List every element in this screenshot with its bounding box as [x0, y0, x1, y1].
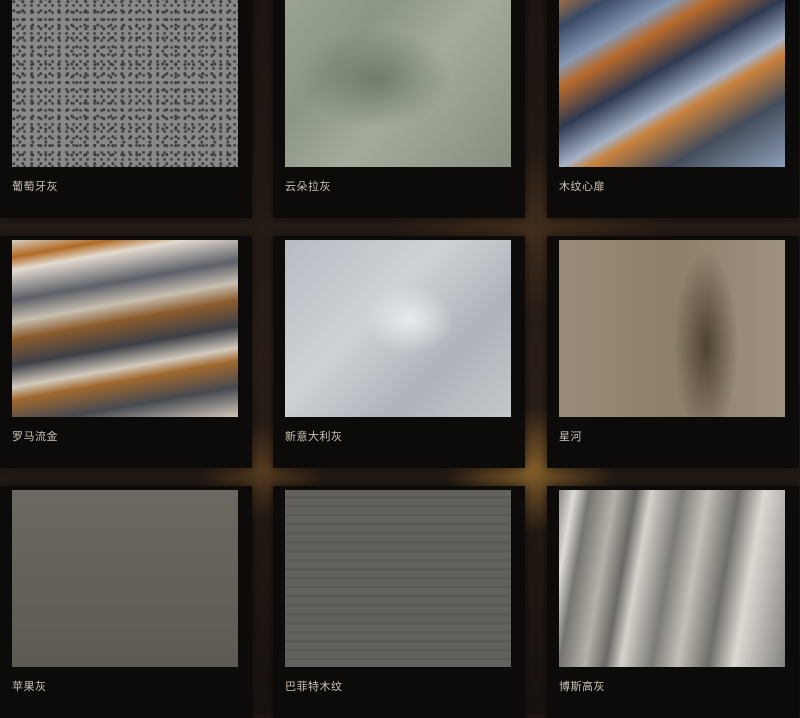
- marble-name-label: 苹果灰: [12, 680, 47, 693]
- marble-swatch-image[interactable]: [285, 490, 511, 667]
- marble-card-roman-gold[interactable]: 罗马流金: [0, 236, 252, 468]
- marble-swatch-image[interactable]: [12, 490, 238, 667]
- marble-card-buffett-wood-grain[interactable]: 巴菲特木纹: [273, 486, 525, 718]
- marble-name-label: 巴菲特木纹: [285, 680, 343, 693]
- marble-card-portugal-grey[interactable]: 葡萄牙灰: [0, 0, 252, 218]
- marble-name-label: 罗马流金: [12, 430, 58, 443]
- marble-card-apple-grey[interactable]: 苹果灰: [0, 486, 252, 718]
- marble-swatch-image[interactable]: [559, 0, 785, 167]
- marble-name-label: 葡萄牙灰: [12, 180, 58, 193]
- marble-swatch-image[interactable]: [285, 0, 511, 167]
- marble-card-cloud-grey[interactable]: 云朵拉灰: [273, 0, 525, 218]
- marble-swatch-image[interactable]: [12, 240, 238, 417]
- marble-name-label: 星河: [559, 430, 582, 443]
- marble-card-wood-grain-heart[interactable]: 木纹心扉: [547, 0, 799, 218]
- marble-swatch-image[interactable]: [559, 240, 785, 417]
- marble-card-new-italian-grey[interactable]: 新意大利灰: [273, 236, 525, 468]
- marble-swatch-image[interactable]: [285, 240, 511, 417]
- marble-swatch-image[interactable]: [559, 490, 785, 667]
- marble-name-label: 新意大利灰: [285, 430, 343, 443]
- marble-swatch-image[interactable]: [12, 0, 238, 167]
- marble-name-label: 云朵拉灰: [285, 180, 331, 193]
- marble-card-galaxy[interactable]: 星河: [547, 236, 799, 468]
- marble-name-label: 博斯高灰: [559, 680, 605, 693]
- marble-card-bosco-grey[interactable]: 博斯高灰: [547, 486, 799, 718]
- marble-name-label: 木纹心扉: [559, 180, 605, 193]
- marble-product-grid: 葡萄牙灰 云朵拉灰 木纹心扉 罗马流金 新意大利灰 星河 苹果灰 巴菲特木纹 博…: [0, 0, 800, 718]
